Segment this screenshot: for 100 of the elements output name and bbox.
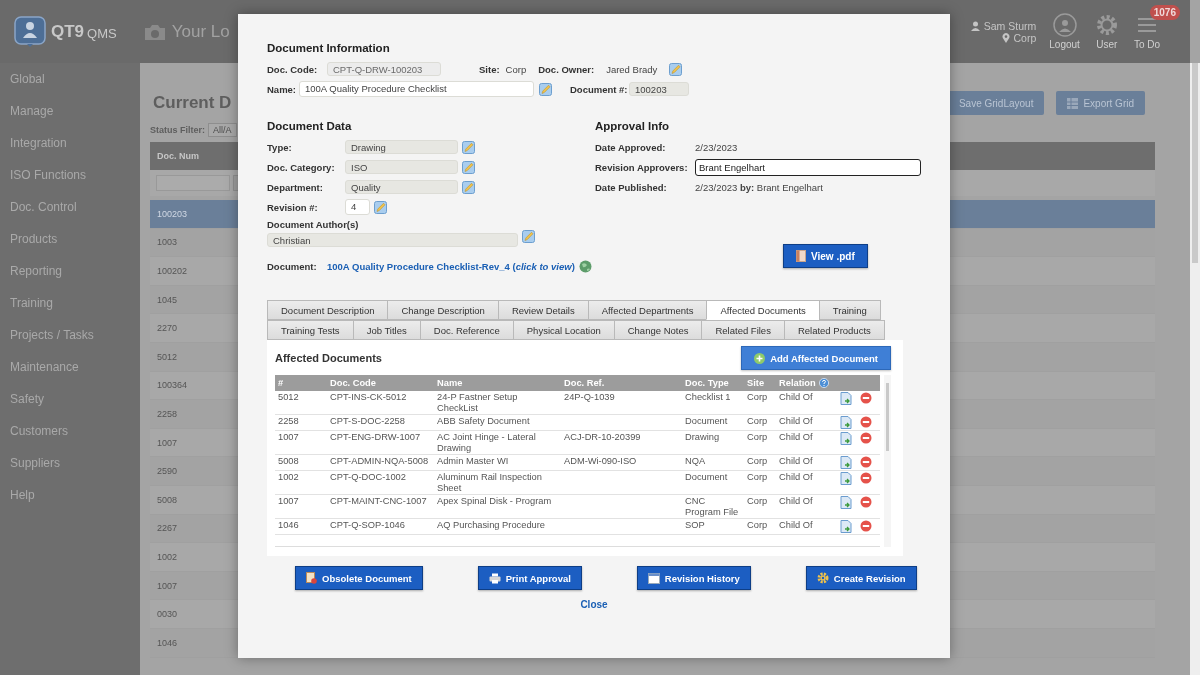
table-cell: ADM-Wi-090-ISO xyxy=(564,456,637,466)
section-title: Document Information xyxy=(267,42,391,54)
tab[interactable]: Affected Departments xyxy=(587,300,708,320)
tab[interactable]: Change Description xyxy=(387,300,499,320)
table-cell: 2258 xyxy=(157,408,178,419)
table-cell: 1007 xyxy=(278,496,299,506)
table-cell: Child Of xyxy=(779,456,813,466)
column-header: # xyxy=(278,378,284,388)
action-button[interactable]: Print Approval xyxy=(477,566,582,590)
table-cell: SOP xyxy=(685,520,705,530)
field-label: Document: xyxy=(267,260,318,272)
tab[interactable]: Training xyxy=(818,300,881,320)
tab[interactable]: Review Details xyxy=(497,300,589,320)
table-cell: 1046 xyxy=(278,520,299,530)
document-link[interactable]: 100A Quality Procedure Checklist-Rev_4 (click to view) xyxy=(327,260,575,272)
table-cell: Child Of xyxy=(779,432,813,442)
table-cell: 100202 xyxy=(157,266,188,276)
tab[interactable]: Job Titles xyxy=(352,320,421,340)
table-cell: 2270 xyxy=(157,323,178,334)
table-cell: Corp xyxy=(747,496,768,506)
field-label: Type: xyxy=(267,141,293,153)
table-cell: 100364 xyxy=(157,380,188,391)
add-document-button[interactable]: Add Affected Document xyxy=(741,346,891,370)
table-cell: 2267 xyxy=(157,523,178,534)
table-cell: 1003 xyxy=(157,237,178,248)
tab[interactable]: Doc. Reference xyxy=(419,320,514,340)
approvers-field[interactable]: Brant Engelhart xyxy=(695,158,921,176)
logo-product: QMS xyxy=(87,25,117,41)
tab[interactable]: Document Description xyxy=(267,300,389,320)
table-cell: NQA xyxy=(685,456,706,466)
name-field[interactable]: 100A Quality Procedure Checklist xyxy=(299,81,534,97)
tab[interactable]: Physical Location xyxy=(512,320,615,340)
action-button[interactable]: Create Revision xyxy=(805,566,917,590)
field-label: Doc. Owner: xyxy=(538,63,595,75)
table-cell: AQ Purchasing Procedure xyxy=(437,520,545,530)
field-label: Site: xyxy=(479,63,500,75)
table-cell: 5008 xyxy=(278,456,299,466)
table-cell: Child Of xyxy=(779,472,813,482)
table-cell: Document xyxy=(685,472,728,482)
select-field[interactable]: Quality xyxy=(345,180,458,194)
column-header: Name xyxy=(437,378,463,388)
header-button[interactable]: Logout xyxy=(1045,13,1084,50)
close-link[interactable]: Close xyxy=(580,599,608,610)
table-cell: Corp xyxy=(747,472,768,482)
table-cell: Child Of xyxy=(779,392,813,402)
table-cell: CPT-S-DOC-2258 xyxy=(330,416,405,426)
tab[interactable]: Change Notes xyxy=(613,320,703,340)
document-number-field: 100203 xyxy=(629,82,689,96)
author-field[interactable]: Christian xyxy=(267,233,518,247)
owner-value: Jared Brady xyxy=(606,63,658,75)
section-title: Document Data xyxy=(267,120,353,132)
table-cell: CPT-ADMIN-NQA-5008 xyxy=(330,456,429,466)
column-header: Doc. Ref. xyxy=(564,378,605,388)
tab[interactable]: Related Files xyxy=(701,320,785,340)
table-cell: 0030 xyxy=(157,609,178,620)
table-cell: 2590 xyxy=(157,466,178,477)
section-title: Approval Info xyxy=(595,120,671,132)
panel-title: Affected Documents xyxy=(275,352,382,364)
column-header: Site xyxy=(747,378,765,388)
table-cell: 1002 xyxy=(157,551,178,562)
field-label: Department: xyxy=(267,181,324,193)
action-button[interactable]: Obsolete Document xyxy=(295,566,423,590)
table-cell: 5012 xyxy=(157,351,178,362)
view-pdf-button[interactable]: View .pdf xyxy=(783,244,868,268)
table-cell: Document xyxy=(685,416,728,426)
tab[interactable]: Affected Documents xyxy=(706,300,820,320)
table-cell: CPT-Q-DOC-1002 xyxy=(330,472,406,482)
logo-brand: QT9 xyxy=(51,21,85,42)
table-cell: ACJ-DR-10-20399 xyxy=(564,432,641,442)
field-label: Revision #: xyxy=(267,201,319,213)
field-label: Document Author(s) xyxy=(267,219,360,230)
tab[interactable]: Training Tests xyxy=(267,320,354,340)
field-label: Date Published: xyxy=(595,181,668,193)
table-cell: Child Of xyxy=(779,496,813,506)
field-label: Doc. Code: xyxy=(267,63,319,75)
user-site: Corp xyxy=(1013,31,1037,44)
table-cell: 1045 xyxy=(157,294,178,305)
user-name: Sam Sturm xyxy=(983,19,1037,32)
table-cell: Corp xyxy=(747,456,768,466)
table-cell: Child Of xyxy=(779,416,813,426)
status-filter-select[interactable]: All/A xyxy=(208,123,237,137)
table-cell: CPT-MAINT-CNC-1007 xyxy=(330,496,427,506)
table-cell: 1046 xyxy=(157,637,178,648)
table-cell: 100203 xyxy=(157,208,188,219)
table-cell: CPT-ENG-DRW-1007 xyxy=(330,432,421,442)
column-header: Doc. Code xyxy=(330,378,376,388)
action-button[interactable]: Revision History xyxy=(636,566,751,590)
column-header: Doc. Type xyxy=(685,378,729,388)
field-label: Revision Approvers: xyxy=(595,161,689,173)
table-cell: 5008 xyxy=(157,494,178,505)
table-cell: 5012 xyxy=(278,392,299,402)
column-header[interactable]: Doc. Num xyxy=(157,151,199,161)
select-field[interactable]: Drawing xyxy=(345,140,458,154)
tab[interactable]: Related Products xyxy=(783,320,885,340)
table-cell: Corp xyxy=(747,392,768,402)
table-cell: Drawing xyxy=(685,432,720,442)
number-field[interactable]: 4 xyxy=(345,199,370,215)
header-button[interactable]: User xyxy=(1090,13,1123,50)
field-label: Date Approved: xyxy=(595,141,667,153)
select-field[interactable]: ISO xyxy=(345,160,458,174)
